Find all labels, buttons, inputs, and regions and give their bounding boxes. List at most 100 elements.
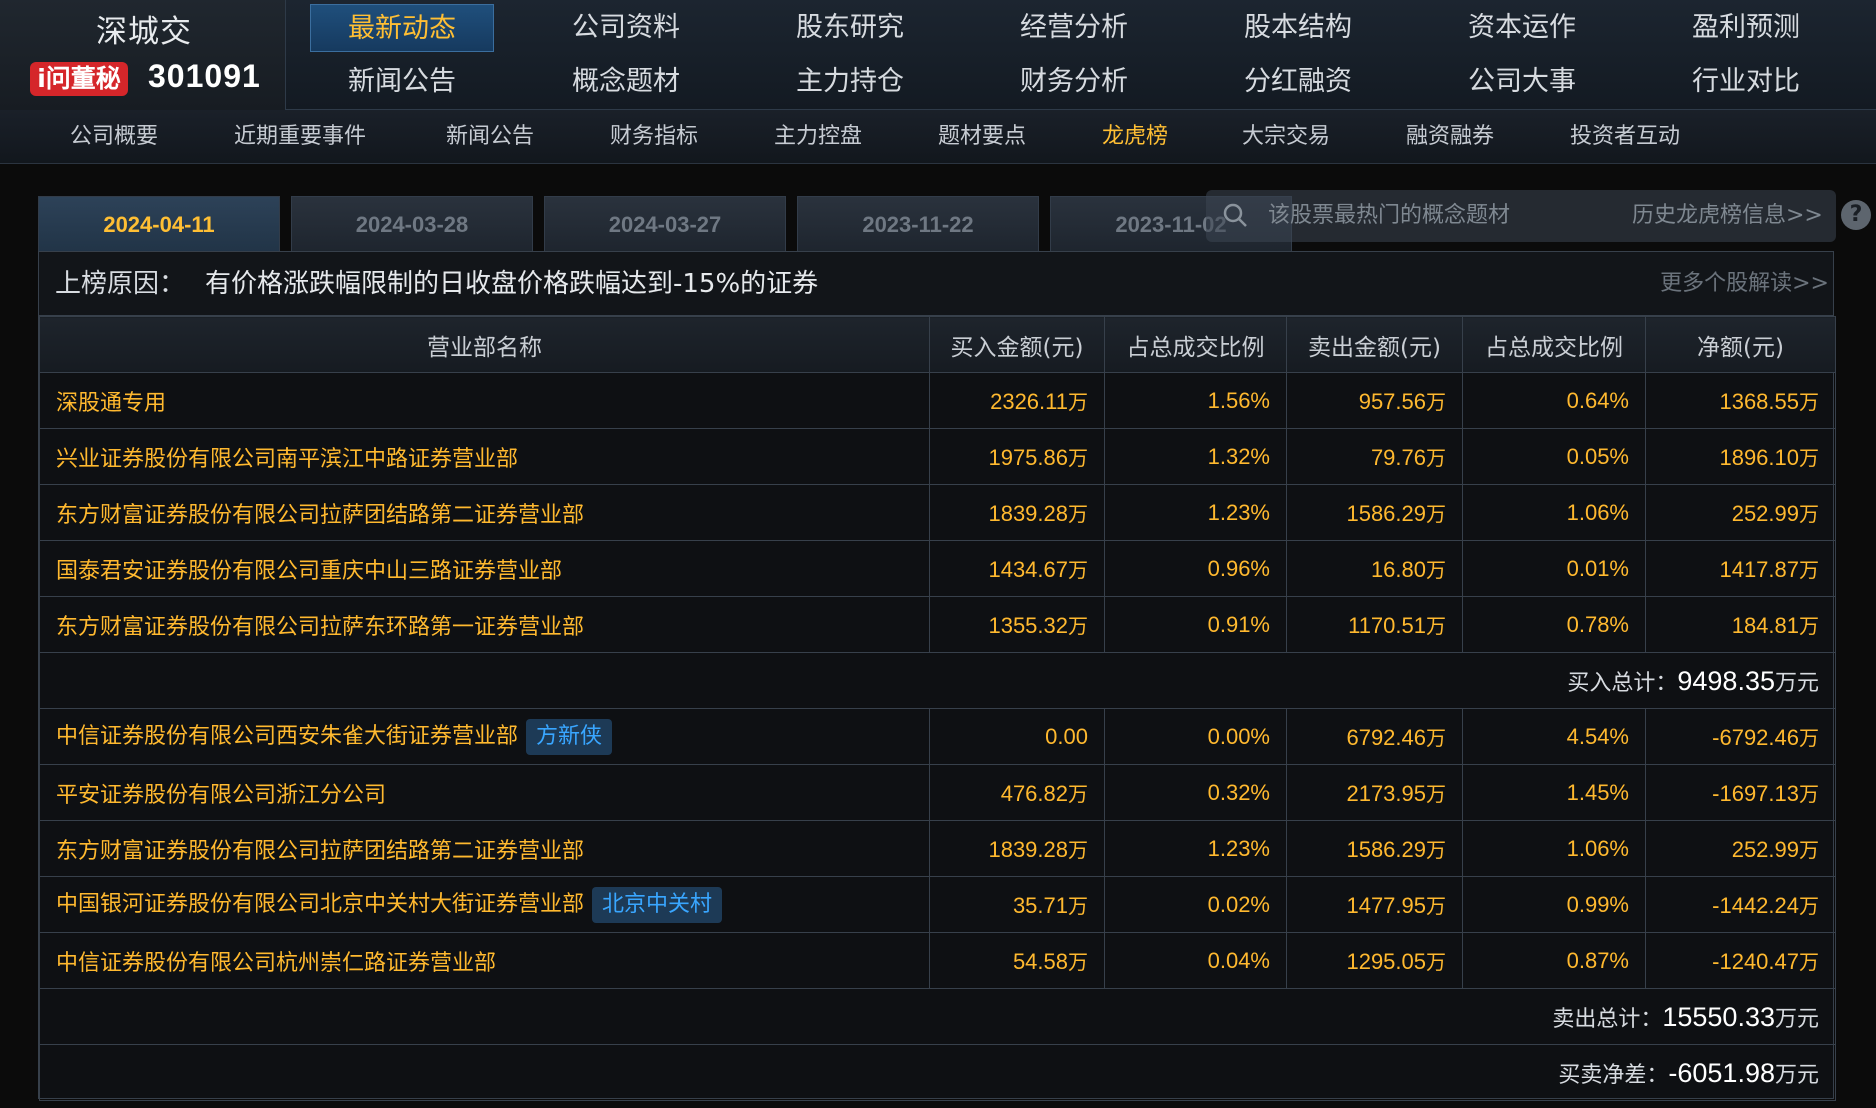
nav-news-announcements[interactable]: 新闻公告 [310,58,494,106]
buy-ratio: 1.56% [1104,372,1287,429]
subnav-investor-interaction[interactable]: 投资者互动 [1570,110,1680,164]
subnav-margin-trading[interactable]: 融资融券 [1406,110,1494,164]
branch-name[interactable]: 东方财富证券股份有限公司拉萨团结路第二证券营业部 [56,839,584,864]
tab-date-2024-04-11[interactable]: 2024-04-11 [38,196,280,252]
col-header-buy-ratio: 占总成交比例 [1104,316,1287,373]
net-amount-cell: -1442.24万 [1645,876,1836,933]
buy-total-cell: 买入总计：9498.35万元 [39,652,1836,709]
sell-total-cell: 卖出总计：15550.33万元 [39,988,1836,1045]
nav-dividend-financing[interactable]: 分红融资 [1206,58,1390,106]
branch-name-cell[interactable]: 东方财富证券股份有限公司拉萨团结路第二证券营业部 [39,484,930,541]
branch-name[interactable]: 兴业证券股份有限公司南平滨江中路证券营业部 [56,447,518,472]
sell-ratio: 0.87% [1462,932,1646,989]
subnav-theme-points[interactable]: 题材要点 [938,110,1026,164]
top-header: 深城交 i问董秘 301091 最新动态 公司资料 股东研究 经营分析 股本结构… [0,0,1876,110]
unit-label: 万 [1799,726,1819,750]
net-amount-cell: -1240.47万 [1645,932,1836,989]
nav-profit-forecast[interactable]: 盈利预测 [1654,4,1838,52]
trader-tag[interactable]: 北京中关村 [592,887,723,923]
branch-name[interactable]: 深股通专用 [56,391,166,416]
nav-main-holdings[interactable]: 主力持仓 [758,58,942,106]
totals: 卖出总计：15550.33万元 买卖净差：-6051.98万元 [39,988,1836,1101]
more-stock-analysis-link[interactable]: 更多个股解读>> [1660,252,1829,316]
nav-company-events[interactable]: 公司大事 [1430,58,1614,106]
sell-total-row: 卖出总计：15550.33万元 [39,988,1836,1045]
tab-date-2024-03-28[interactable]: 2024-03-28 [291,196,533,252]
nav-concept-theme[interactable]: 概念题材 [534,58,718,106]
branch-name-cell[interactable]: 中国银河证券股份有限公司北京中关村大街证券营业部 北京中关村 [39,876,930,933]
subnav-news[interactable]: 新闻公告 [446,110,534,164]
subnav-company-overview[interactable]: 公司概要 [70,110,158,164]
unit-label: 万 [1799,894,1819,918]
listing-reason-bar: 上榜原因： 有价格涨跌幅限制的日收盘价格跌幅达到-15%的证券 更多个股解读>> [39,252,1833,316]
net-amount-cell: -1697.13万 [1645,764,1836,821]
help-icon[interactable]: ? [1841,200,1871,230]
tab-date-2024-03-27[interactable]: 2024-03-27 [544,196,786,252]
branch-name[interactable]: 平安证券股份有限公司浙江分公司 [56,783,386,808]
buy-amount: 1355.32 [988,613,1068,638]
buy-ratio: 0.00% [1104,708,1287,765]
table-row: 东方财富证券股份有限公司拉萨东环路第一证券营业部 1355.32万 0.91% 117… [39,596,1836,653]
branch-name-cell[interactable]: 中信证券股份有限公司杭州崇仁路证券营业部 [39,932,930,989]
iwen-dongmi-badge[interactable]: i问董秘 [30,62,128,96]
tab-date-2023-11-22[interactable]: 2023-11-22 [797,196,1039,252]
branch-name-cell[interactable]: 中信证券股份有限公司西安朱雀大街证券营业部 方新侠 [39,708,930,765]
unit-label: 万 [1068,782,1088,806]
sell-amount: 1477.95 [1346,893,1426,918]
stock-code: 301091 [148,58,261,94]
sell-ratio: 0.64% [1462,372,1646,429]
unit-label: 万 [1068,950,1088,974]
sell-ratio: 1.45% [1462,764,1646,821]
col-header-sell-ratio: 占总成交比例 [1462,316,1646,373]
branch-name-cell[interactable]: 东方财富证券股份有限公司拉萨团结路第二证券营业部 [39,820,930,877]
buy-ratio: 1.23% [1104,484,1287,541]
net-amount: 252.99 [1731,501,1799,526]
sell-amount: 1295.05 [1346,949,1426,974]
nav-latest-news[interactable]: 最新动态 [310,4,494,52]
sell-amount: 79.76 [1370,445,1426,470]
unit-label: 万 [1799,502,1819,526]
branch-name-cell[interactable]: 东方财富证券股份有限公司拉萨东环路第一证券营业部 [39,596,930,653]
trader-tag[interactable]: 方新侠 [526,719,613,755]
subnav-block-trade[interactable]: 大宗交易 [1242,110,1330,164]
branch-name-cell[interactable]: 平安证券股份有限公司浙江分公司 [39,764,930,821]
nav-financial-analysis[interactable]: 财务分析 [982,58,1166,106]
branch-name[interactable]: 东方财富证券股份有限公司拉萨团结路第二证券营业部 [56,503,584,528]
branch-name[interactable]: 中国银河证券股份有限公司北京中关村大街证券营业部 [56,892,584,917]
unit-label: 万 [1068,614,1088,638]
branch-name[interactable]: 国泰君安证券股份有限公司重庆中山三路证券营业部 [56,559,562,584]
branch-name[interactable]: 中信证券股份有限公司杭州崇仁路证券营业部 [56,951,496,976]
buy-amount: 0.00 [1045,723,1088,749]
branch-name-cell[interactable]: 兴业证券股份有限公司南平滨江中路证券营业部 [39,428,930,485]
net-total-value: -6051.98 [1668,1057,1775,1088]
nav-capital-operation[interactable]: 资本运作 [1430,4,1614,52]
buy-amount-cell: 1839.28万 [929,820,1105,877]
net-amount-cell: 252.99万 [1645,820,1836,877]
stock-brand: 深城交 i问董秘 301091 [0,0,286,110]
branch-name[interactable]: 东方财富证券股份有限公司拉萨东环路第一证券营业部 [56,615,584,640]
net-total-label: 买卖净差： [1558,1062,1669,1088]
nav-operation-analysis[interactable]: 经营分析 [982,4,1166,52]
buy-amount-cell: 1839.28万 [929,484,1105,541]
table-header-row: 营业部名称 买入金额(元) 占总成交比例 卖出金额(元) 占总成交比例 净额(元… [39,316,1836,373]
subnav-recent-events[interactable]: 近期重要事件 [234,110,366,164]
buy-amount: 1839.28 [988,501,1068,526]
branch-name[interactable]: 中信证券股份有限公司西安朱雀大街证券营业部 [56,724,518,749]
subnav-dragon-tiger[interactable]: 龙虎榜 [1102,110,1168,164]
hot-concept-label: 该股票最热门的概念题材 [1268,203,1511,228]
nav-industry-compare[interactable]: 行业对比 [1654,58,1838,106]
net-total-row: 买卖净差：-6051.98万元 [39,1044,1836,1101]
nav-company-info[interactable]: 公司资料 [534,4,718,52]
branch-name-cell[interactable]: 国泰君安证券股份有限公司重庆中山三路证券营业部 [39,540,930,597]
buy-amount: 2326.11 [990,389,1068,414]
branch-name-cell[interactable]: 深股通专用 [39,372,930,429]
subnav-financial-indicators[interactable]: 财务指标 [610,110,698,164]
nav-equity-structure[interactable]: 股本结构 [1206,4,1390,52]
unit-label: 万 [1426,838,1446,862]
nav-shareholder-research[interactable]: 股东研究 [758,4,942,52]
buy-total-row: 买入总计：9498.35万元 [39,652,1836,709]
history-dragon-tiger-link[interactable]: 历史龙虎榜信息>> [1632,190,1823,242]
subnav-main-control[interactable]: 主力控盘 [774,110,862,164]
sell-amount-cell: 2173.95万 [1286,764,1463,821]
table-row: 中国银河证券股份有限公司北京中关村大街证券营业部 北京中关村 35.71万 0.02%… [39,876,1836,933]
